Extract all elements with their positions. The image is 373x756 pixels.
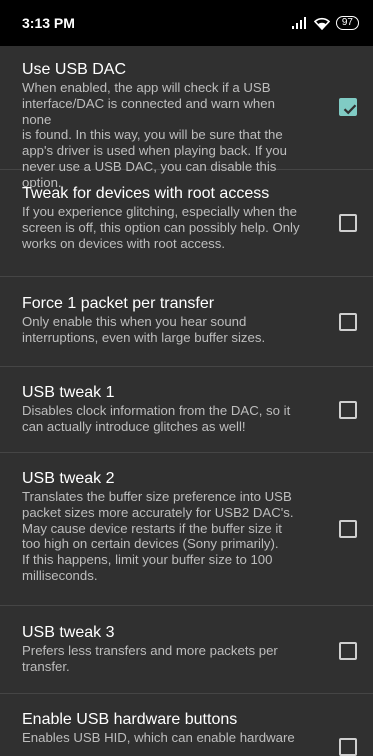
wifi-icon <box>313 17 330 30</box>
setting-usb-hardware-buttons[interactable]: Enable USB hardware buttons Enables USB … <box>0 694 373 756</box>
setting-title: Enable USB hardware buttons <box>22 711 238 728</box>
status-bar: 3:13 PM 97 <box>0 0 373 46</box>
setting-title: USB tweak 1 <box>22 384 115 401</box>
setting-use-usb-dac[interactable]: Use USB DAC When enabled, the app will c… <box>0 46 373 190</box>
checkbox-tweak-root[interactable] <box>339 214 357 232</box>
setting-summary: Disables clock information from the DAC,… <box>22 403 291 434</box>
setting-force-1-packet[interactable]: Force 1 packet per transfer Only enable … <box>0 277 373 367</box>
setting-summary: If you experience glitching, especially … <box>22 204 300 251</box>
setting-usb-tweak-2[interactable]: USB tweak 2 Translates the buffer size p… <box>0 453 373 606</box>
battery-icon: 97 <box>335 16 359 30</box>
status-time: 3:13 PM <box>22 15 75 31</box>
setting-tweak-root[interactable]: Tweak for devices with root access If yo… <box>0 170 373 277</box>
setting-title: Tweak for devices with root access <box>22 185 270 202</box>
setting-title: USB tweak 3 <box>22 624 115 641</box>
checkbox-usb-tweak-1[interactable] <box>339 401 357 419</box>
status-icons: 97 <box>291 16 359 30</box>
setting-usb-tweak-1[interactable]: USB tweak 1 Disables clock information f… <box>0 367 373 453</box>
checkbox-usb-tweak-3[interactable] <box>339 642 357 660</box>
checkbox-force-1-packet[interactable] <box>339 313 357 331</box>
checkbox-use-usb-dac[interactable] <box>339 98 357 116</box>
setting-summary: Only enable this when you hear sound int… <box>22 314 266 345</box>
signal-icon <box>291 17 306 29</box>
setting-summary: Translates the buffer size preference in… <box>22 489 294 583</box>
setting-usb-tweak-3[interactable]: USB tweak 3 Prefers less transfers and m… <box>0 606 373 694</box>
check-icon <box>343 104 357 115</box>
setting-title: USB tweak 2 <box>22 470 115 487</box>
setting-title: Force 1 packet per transfer <box>22 295 215 312</box>
checkbox-usb-hardware-buttons[interactable] <box>339 738 357 756</box>
settings-list: Use USB DAC When enabled, the app will c… <box>0 46 373 756</box>
checkbox-usb-tweak-2[interactable] <box>339 520 357 538</box>
setting-title: Use USB DAC <box>22 61 127 78</box>
setting-summary: Prefers less transfers and more packets … <box>22 643 278 674</box>
